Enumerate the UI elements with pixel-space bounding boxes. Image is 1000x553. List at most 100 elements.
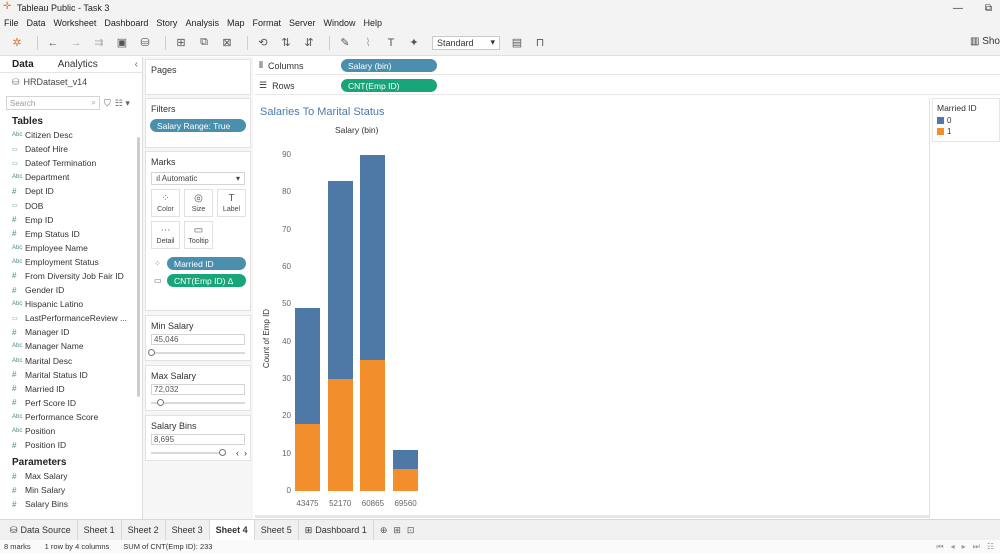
min-salary-slider[interactable] (148, 349, 245, 356)
restore-button[interactable]: ⧉ (985, 3, 992, 14)
slider-thumb[interactable] (148, 349, 155, 356)
view-options-icon[interactable]: ☷ ▾ (115, 98, 130, 109)
field-item[interactable]: ▭ Dateof Termination (12, 156, 142, 170)
tab-dashboard-1[interactable]: ⊞ Dashboard 1 (299, 519, 374, 541)
new-story-icon[interactable]: ⊡ (407, 525, 415, 536)
duplicate-sheet-icon[interactable]: ⧉ (195, 35, 213, 51)
rows-pill[interactable]: CNT(Emp ID) (341, 79, 437, 92)
viz-scrollbar[interactable] (255, 515, 930, 518)
menu-dashboard[interactable]: Dashboard (104, 18, 148, 28)
tab-sheet-5[interactable]: Sheet 5 (255, 519, 299, 541)
fit-select[interactable]: Standard ▾ (432, 35, 500, 50)
sort-asc-icon[interactable]: ⇅ (277, 35, 295, 51)
menu-server[interactable]: Server (289, 18, 316, 28)
bar-69560-series-1[interactable] (393, 468, 419, 491)
tab-data[interactable]: Data (0, 59, 46, 70)
last-sheet-icon[interactable]: ⏭ (973, 542, 980, 552)
field-item[interactable]: # Position ID (12, 438, 142, 452)
tab-sheet-1[interactable]: Sheet 1 (78, 519, 122, 541)
menu-data[interactable]: Data (27, 18, 46, 28)
redo-icon[interactable]: → (67, 35, 85, 51)
field-item[interactable]: # From Diversity Job Fair ID (12, 269, 142, 283)
field-item[interactable]: # Manager ID (12, 325, 142, 339)
menu-file[interactable]: File (4, 18, 19, 28)
label-icon[interactable]: T (382, 35, 400, 51)
size-button[interactable]: ◎ Size (184, 189, 213, 217)
field-item[interactable]: ▭ DOB (12, 198, 142, 212)
step-forward-icon[interactable]: › (244, 448, 247, 458)
viz-area[interactable]: Salaries To Marital Status Salary (bin) … (255, 98, 930, 518)
field-item[interactable]: Abc Hispanic Latino (12, 297, 142, 311)
tableau-home-icon[interactable]: ✲ (8, 35, 26, 51)
minimize-button[interactable]: — (953, 3, 963, 14)
bar-60865-series-1[interactable] (360, 360, 386, 491)
undo-icon[interactable]: ← (44, 35, 62, 51)
save-icon[interactable]: ▣ (113, 35, 131, 51)
legend-item[interactable]: 0 (933, 116, 999, 125)
parameter-item[interactable]: # Min Salary (12, 483, 142, 497)
parameter-item[interactable]: # Salary Bins (12, 497, 142, 511)
first-sheet-icon[interactable]: ⏮ (936, 542, 943, 552)
menu-worksheet[interactable]: Worksheet (54, 18, 97, 28)
label-button[interactable]: T Label (217, 189, 246, 217)
parameter-item[interactable]: # Max Salary (12, 469, 142, 483)
menu-map[interactable]: Map (227, 18, 245, 28)
step-back-icon[interactable]: ‹ (236, 448, 239, 458)
max-salary-input[interactable]: 72,032 (151, 384, 245, 395)
field-item[interactable]: # Perf Score ID (12, 396, 142, 410)
columns-pill[interactable]: Salary (bin) (341, 59, 437, 72)
field-item[interactable]: Abc Employee Name (12, 241, 142, 255)
menu-story[interactable]: Story (156, 18, 177, 28)
field-search-input[interactable]: Search ⌕ (6, 96, 100, 110)
menu-window[interactable]: Window (324, 18, 356, 28)
field-item[interactable]: # Marital Status ID (12, 368, 142, 382)
field-item[interactable]: Abc Department (12, 170, 142, 184)
salary-bins-input[interactable]: 8,695 (151, 434, 245, 445)
field-item[interactable]: Abc Performance Score (12, 410, 142, 424)
detail-button[interactable]: ⋯ Detail (151, 221, 180, 249)
presentation-icon[interactable]: ⊓ (531, 35, 549, 51)
bar-60865-series-0[interactable] (360, 155, 386, 361)
highlight-icon[interactable]: ✎ (336, 35, 354, 51)
min-salary-input[interactable]: 45,046 (151, 334, 245, 345)
field-item[interactable]: # Emp Status ID (12, 227, 142, 241)
bar-43475-series-1[interactable] (295, 423, 320, 491)
field-item[interactable]: ▭ Dateof Hire (12, 142, 142, 156)
field-item[interactable]: Abc Employment Status (12, 255, 142, 269)
bar-69560-series-0[interactable] (393, 449, 419, 469)
field-item[interactable]: Abc Citizen Desc (12, 128, 142, 142)
menu-analysis[interactable]: Analysis (185, 18, 219, 28)
swap-icon[interactable]: ⟲ (254, 35, 272, 51)
sheet-sorter-icon[interactable]: ☷ (987, 542, 994, 552)
bar-52170-series-0[interactable] (327, 181, 353, 379)
tooltip-button[interactable]: ▭ Tooltip (184, 221, 213, 249)
color-button[interactable]: ⁘ Color (151, 189, 180, 217)
field-item[interactable]: Abc Position (12, 424, 142, 438)
field-item[interactable]: # Emp ID (12, 213, 142, 227)
field-item[interactable]: ▭ LastPerformanceReview ... (12, 311, 142, 325)
menu-help[interactable]: Help (364, 18, 383, 28)
bar-43475-series-0[interactable] (295, 308, 320, 424)
salary-bins-slider[interactable] (151, 449, 227, 456)
pin-icon[interactable]: ✦ (405, 35, 423, 51)
tab-analytics[interactable]: Analytics (46, 59, 110, 70)
new-dashboard-icon[interactable]: ⊞ (393, 525, 401, 536)
bar-52170-series-1[interactable] (327, 379, 353, 491)
field-item[interactable]: Abc Manager Name (12, 339, 142, 353)
tab-sheet-4[interactable]: Sheet 4 (209, 519, 255, 541)
slider-thumb[interactable] (157, 399, 165, 406)
replay-icon[interactable]: ⇉ (90, 35, 108, 51)
field-item[interactable]: # Gender ID (12, 283, 142, 297)
show-cards-icon[interactable]: ▤ (508, 35, 526, 51)
menu-format[interactable]: Format (252, 18, 281, 28)
color-pill[interactable]: Married ID (167, 257, 246, 270)
mark-type-select[interactable]: ıl Automatic ▾ (151, 172, 245, 185)
new-worksheet-icon[interactable]: ⊕ (380, 525, 388, 536)
tab-data-source[interactable]: ⛁ Data Source (4, 519, 78, 541)
field-item[interactable]: Abc Marital Desc (12, 354, 142, 368)
max-salary-slider[interactable] (151, 399, 245, 406)
filter-pill[interactable]: Salary Range: True (150, 119, 246, 132)
prev-sheet-icon[interactable]: ◂ (951, 542, 955, 552)
show-me-button[interactable]: ▥ Sho (970, 36, 1000, 47)
new-datasource-icon[interactable]: ⛁ (136, 35, 154, 51)
